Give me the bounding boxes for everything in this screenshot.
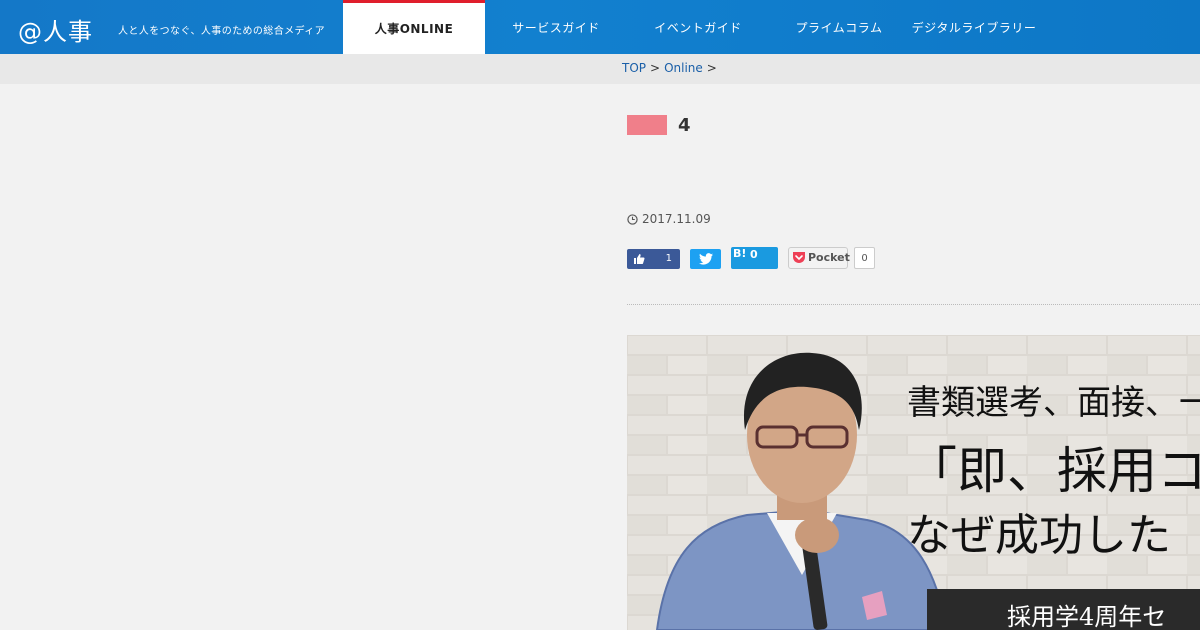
- article-title: 4: [678, 115, 691, 136]
- hero-band-text: 採用学4周年セ: [1007, 603, 1167, 630]
- article-date-text: 2017.11.09: [642, 212, 711, 226]
- breadcrumb-online-link[interactable]: Online: [664, 61, 703, 75]
- nav-item-jinji-online[interactable]: 人事ONLINE: [343, 0, 485, 54]
- breadcrumb-separator: >: [650, 61, 661, 75]
- nav-item-prime-column[interactable]: プライムコラム: [769, 0, 909, 54]
- site-tagline: 人と人をつなぐ、人事のための総合メディア: [118, 26, 325, 37]
- site-header: @人事 人と人をつなぐ、人事のための総合メディア 人事ONLINE サービスガイ…: [0, 0, 1200, 54]
- facebook-count: 1: [665, 253, 672, 264]
- site-logo[interactable]: @人事: [18, 12, 93, 47]
- hero-headline-3: なぜ成功した: [907, 510, 1171, 561]
- article-date: 2017.11.09: [627, 212, 711, 226]
- breadcrumb: TOP > Online >: [622, 61, 721, 75]
- nav-item-service-guide[interactable]: サービスガイド: [485, 0, 627, 54]
- nav-item-digital-library[interactable]: デジタルライブラリー: [909, 0, 1039, 54]
- breadcrumb-separator: >: [706, 61, 717, 75]
- hero-headline-2: 「即、採用コー: [907, 442, 1200, 500]
- hero-image: 書類選考、面接、一 「即、採用コー なぜ成功した 採用学4周年セ: [627, 335, 1200, 630]
- pocket-count: 0: [854, 247, 875, 269]
- nav-item-event-guide[interactable]: イベントガイド: [627, 0, 769, 54]
- thumbs-up-icon: [634, 254, 645, 264]
- hatena-bookmark-button[interactable]: B! 0: [731, 247, 778, 269]
- category-badge[interactable]: [627, 115, 667, 135]
- divider: [627, 304, 1200, 305]
- hatena-icon: B!: [733, 247, 747, 260]
- pocket-button[interactable]: Pocket: [788, 247, 850, 269]
- hatena-count: 0: [750, 248, 758, 261]
- pocket-icon: [793, 252, 805, 263]
- facebook-like-button[interactable]: 1: [627, 249, 680, 269]
- clock-icon: [627, 213, 638, 225]
- breadcrumb-top-link[interactable]: TOP: [622, 61, 646, 75]
- twitter-bird-icon: [699, 253, 713, 265]
- main-nav: 人事ONLINE サービスガイド イベントガイド プライムコラム デジタルライブ…: [343, 0, 1039, 54]
- hero-headline-1: 書類選考、面接、一: [907, 383, 1200, 423]
- breadcrumb-bar: TOP > Online >: [0, 54, 1200, 84]
- twitter-share-button[interactable]: [690, 249, 721, 269]
- pocket-label: Pocket: [808, 251, 850, 264]
